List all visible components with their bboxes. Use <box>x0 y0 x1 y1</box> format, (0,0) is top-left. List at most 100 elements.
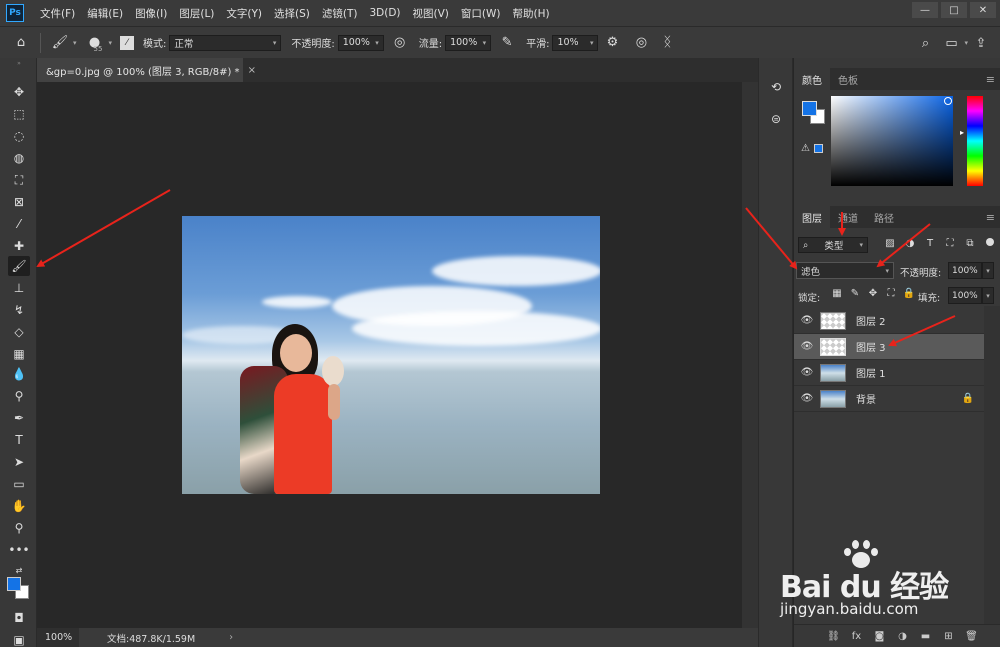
adjustment-filter-icon[interactable]: ◑ <box>900 238 920 249</box>
maximize-button[interactable]: □ <box>941 2 967 18</box>
hand-tool-icon[interactable]: ✋ <box>8 496 30 516</box>
marquee-tool-icon[interactable]: ⬚ <box>8 104 30 124</box>
smoothing-input[interactable]: 10% ▾ <box>552 34 599 51</box>
crop-tool-icon[interactable]: ⛶ <box>8 170 30 190</box>
menu-file[interactable]: 文件(F) <box>34 6 81 21</box>
close-icon[interactable]: × <box>248 65 256 76</box>
lock-position-icon[interactable]: ✥ <box>864 288 882 299</box>
eye-icon[interactable]: 👁 <box>794 315 820 326</box>
filter-toggle[interactable] <box>986 238 994 246</box>
quick-mask-icon[interactable]: ◘ <box>8 608 30 628</box>
color-picker-marker[interactable] <box>944 97 952 105</box>
opacity-input[interactable]: 100% ▾ <box>337 34 384 51</box>
chevron-down-icon[interactable]: ▾ <box>73 39 77 47</box>
menu-3d[interactable]: 3D(D) <box>363 7 406 19</box>
eye-icon[interactable]: 👁 <box>794 341 820 352</box>
brush-settings-icon[interactable]: ⁄ <box>119 35 134 50</box>
pen-tool-icon[interactable]: ✒ <box>8 408 30 428</box>
menu-layer[interactable]: 图层(L) <box>173 6 220 21</box>
layers-scrollbar[interactable] <box>984 306 1000 626</box>
layer-row[interactable]: 👁 图层 1 <box>794 360 984 386</box>
rectangle-tool-icon[interactable]: ▭ <box>8 474 30 494</box>
close-window-button[interactable]: ✕ <box>970 2 996 18</box>
layer-mask-icon[interactable]: ◙ <box>868 631 891 642</box>
panel-menu-icon[interactable]: ≡ <box>986 73 995 86</box>
flow-input[interactable]: 100% ▾ <box>445 34 492 51</box>
shape-filter-icon[interactable]: ⛶ <box>940 238 960 249</box>
gradient-tool-icon[interactable]: ▦ <box>8 344 30 364</box>
canvas-scrollbar[interactable] <box>742 82 758 628</box>
brush-tool-icon[interactable]: 🖌 <box>8 256 30 276</box>
menu-help[interactable]: 帮助(H) <box>507 6 556 21</box>
tab-layers[interactable]: 图层 <box>794 206 830 228</box>
eyedropper-tool-icon[interactable]: ⁄ <box>8 214 30 234</box>
color-spectrum[interactable] <box>831 96 953 186</box>
lasso-tool-icon[interactable]: ◌ <box>8 126 30 146</box>
dodge-tool-icon[interactable]: ⚲ <box>8 386 30 406</box>
more-tools-icon[interactable]: ••• <box>8 540 30 560</box>
frame-tool-icon[interactable]: ⊠ <box>8 192 30 212</box>
share-icon[interactable]: ⇪ <box>971 33 991 53</box>
blur-tool-icon[interactable]: 💧 <box>8 364 30 384</box>
menu-window[interactable]: 窗口(W) <box>455 6 507 21</box>
smart-object-filter-icon[interactable]: ⧉ <box>960 238 980 249</box>
mode-select[interactable]: 正常 ▾ <box>169 34 282 51</box>
layer-opacity-input[interactable]: 100% <box>948 262 982 279</box>
screen-mode-icon[interactable]: ▣ <box>8 630 30 647</box>
tab-swatches[interactable]: 色板 <box>830 68 866 90</box>
properties-panel-icon[interactable]: ⊜ <box>767 110 785 128</box>
history-brush-tool-icon[interactable]: ↯ <box>8 300 30 320</box>
search-icon[interactable]: ⌕ <box>915 33 935 53</box>
document-image[interactable] <box>182 216 600 494</box>
lock-artboard-icon[interactable]: ⛶ <box>882 288 900 299</box>
path-select-tool-icon[interactable]: ➤ <box>8 452 30 472</box>
tab-color[interactable]: 颜色 <box>794 68 830 90</box>
foreground-color-swatch[interactable] <box>7 577 21 591</box>
document-tab[interactable]: &gp=0.jpg @ 100% (图层 3, RGB/8#) * × <box>37 58 256 82</box>
tab-paths[interactable]: 路径 <box>866 206 902 228</box>
stamp-tool-icon[interactable]: ⊥ <box>8 278 30 298</box>
brush-preset-icon[interactable]: 🖌 <box>50 33 70 53</box>
gear-icon[interactable]: ⚙ <box>602 33 622 53</box>
type-tool-icon[interactable]: T <box>8 430 30 450</box>
adjustment-layer-icon[interactable]: ◑ <box>891 631 914 642</box>
color-panel-foreground-swatch[interactable] <box>802 101 817 116</box>
image-filter-icon[interactable]: ▨ <box>880 238 900 249</box>
web-color-swatch[interactable] <box>814 144 823 153</box>
layer-row-selected[interactable]: 👁 图层 3 <box>794 334 984 360</box>
minimize-button[interactable]: — <box>912 2 938 18</box>
workspace-icon[interactable]: ▭ <box>941 33 961 53</box>
link-layers-icon[interactable]: ⛓ <box>822 631 845 642</box>
eye-icon[interactable]: 👁 <box>794 393 820 404</box>
pressure-opacity-icon[interactable]: ◎ <box>390 33 410 53</box>
gamut-warning-icon[interactable]: ⚠ <box>801 143 810 154</box>
chevron-down-icon[interactable]: ▾ <box>964 39 968 53</box>
type-filter-icon[interactable]: T <box>920 238 940 249</box>
home-icon[interactable]: ⌂ <box>11 33 31 53</box>
menu-type[interactable]: 文字(Y) <box>220 6 268 21</box>
chevron-down-icon[interactable]: ▾ <box>982 262 994 279</box>
history-panel-icon[interactable]: ⟲ <box>767 78 785 96</box>
blend-mode-select[interactable]: 滤色 ▾ <box>796 262 894 279</box>
zoom-field[interactable]: 100% <box>37 628 79 647</box>
menu-select[interactable]: 选择(S) <box>268 6 316 21</box>
layer-filter-select[interactable]: ⌕ 类型 ▾ <box>798 237 868 253</box>
new-group-icon[interactable]: ▬ <box>914 631 937 642</box>
move-tool-icon[interactable]: ✥ <box>8 82 30 102</box>
chevron-down-icon[interactable]: ▾ <box>982 287 994 304</box>
lock-all-icon[interactable]: 🔒 <box>900 288 918 299</box>
lock-pixels-icon[interactable]: ✎ <box>846 288 864 299</box>
healing-brush-tool-icon[interactable]: ✚ <box>8 236 30 256</box>
menu-edit[interactable]: 编辑(E) <box>81 6 129 21</box>
panel-menu-icon[interactable]: ≡ <box>986 211 995 224</box>
hue-slider[interactable] <box>967 96 983 186</box>
zoom-tool-icon[interactable]: ⚲ <box>8 518 30 538</box>
fill-input[interactable]: 100% <box>948 287 982 304</box>
menu-view[interactable]: 视图(V) <box>407 6 455 21</box>
trash-icon[interactable]: 🗑 <box>960 631 983 642</box>
symmetry-icon[interactable]: ᛝ <box>657 33 677 53</box>
lock-transparency-icon[interactable]: ▦ <box>828 288 846 299</box>
collapse-icon[interactable]: » <box>8 60 30 67</box>
menu-image[interactable]: 图像(I) <box>129 6 173 21</box>
chevron-down-icon[interactable]: ▾ <box>108 39 112 47</box>
